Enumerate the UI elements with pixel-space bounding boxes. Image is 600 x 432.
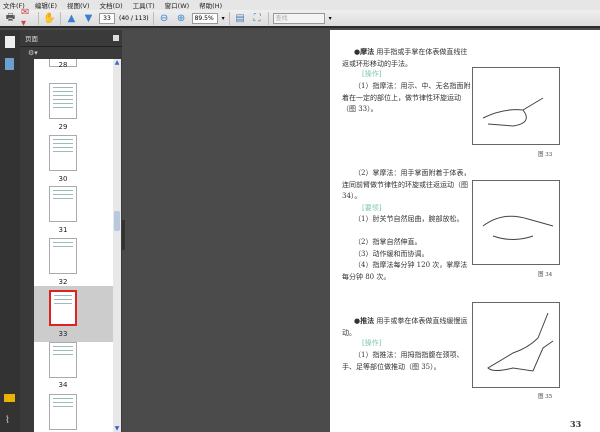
pdf-page: ●摩法 用手指或手掌在体表做直线往返或环形移动的手法。 [操作] （1）指摩法：…: [330, 30, 600, 432]
page-thumbnail[interactable]: [49, 394, 77, 430]
paragraph: （3）动作缓和而协调。: [354, 250, 429, 258]
menu-view[interactable]: 视图(V): [67, 0, 90, 10]
page-thumbnail[interactable]: [49, 238, 77, 274]
paragraph: （2）指掌自然伸直。: [354, 238, 422, 246]
hand-drawing: [482, 97, 544, 127]
thumbnail-label: 28: [58, 61, 68, 69]
page-thumbnail[interactable]: [49, 135, 77, 171]
section-title: ●摩法: [354, 47, 375, 56]
figure-hand-illustration: [472, 67, 560, 145]
section-title: ●推法: [354, 316, 375, 325]
paragraph: （1）指摩法：用示、中、无名指面附着在一定的部位上，做节律性环旋运动（图 33）…: [342, 82, 471, 113]
page-thumbnail[interactable]: [49, 342, 77, 378]
figure-caption: 图 34: [538, 272, 553, 278]
options-gear-icon[interactable]: ⚙▾: [28, 49, 38, 57]
panel-splitter[interactable]: [122, 220, 125, 250]
bookmarks-icon[interactable]: [5, 58, 14, 70]
menu-window[interactable]: 窗口(W): [165, 0, 190, 10]
divider: [228, 11, 230, 25]
thumbnail-list: 28 29 30 31 32 33 34 35: [34, 59, 113, 432]
panel-menu-button[interactable]: [113, 35, 119, 41]
document-background: [122, 30, 330, 432]
paragraph: （4）指摩法每分钟 120 次，掌摩法每分钟 80 次。: [342, 261, 468, 281]
menu-document[interactable]: 文档(D): [100, 0, 123, 10]
scroll-down-arrow[interactable]: ▼: [113, 425, 121, 432]
thumbnail-label: 32: [58, 278, 68, 286]
zoom-input[interactable]: 89.5%: [191, 12, 218, 24]
hand-drawing: [482, 215, 554, 240]
page-count: (40 / 113): [119, 14, 149, 22]
divider: [38, 11, 39, 25]
menu-bar: 文件(F) 编辑(E) 视图(V) 文档(D) 工具(T) 窗口(W) 帮助(H…: [0, 0, 600, 10]
page-thumbnail[interactable]: [49, 83, 77, 119]
navigation-icon-strip: ⌇: [0, 30, 20, 432]
page-thumbnail[interactable]: [49, 186, 77, 222]
zoom-out-icon[interactable]: ⊖: [158, 12, 171, 25]
paragraph: （1）肘关节自然屈曲，腕部放松。: [354, 215, 464, 223]
panel-title: 页面: [25, 35, 38, 43]
scroll-up-arrow[interactable]: ▲: [113, 59, 121, 66]
paragraph: （1）指推法：用拇指指腹在颈项、手、足等部位做推动（图 35）。: [342, 351, 464, 371]
scroll-thumb[interactable]: [114, 211, 120, 231]
figure-hand-illustration: [472, 180, 560, 265]
thumbnail-label: 30: [58, 175, 68, 183]
figure-caption: 图 35: [538, 394, 553, 400]
attachment-icon[interactable]: ⌇: [5, 415, 10, 426]
menu-help[interactable]: 帮助(H): [199, 0, 222, 10]
page-number: 33: [570, 419, 582, 429]
thumbnail-label: 33: [58, 330, 68, 338]
search-input[interactable]: 查找: [272, 12, 325, 24]
fit-page-icon[interactable]: ▤: [234, 12, 247, 25]
page-number-input[interactable]: 33: [99, 12, 115, 24]
figure-caption: 图 33: [538, 152, 553, 158]
hand-drawing: [487, 312, 554, 372]
pages-icon[interactable]: [5, 36, 15, 48]
thumbnail-label: 31: [58, 226, 68, 234]
divider: [152, 11, 154, 25]
zoom-dropdown-icon[interactable]: ▾: [222, 15, 225, 22]
toolbar: 🖶 ✉▾ ✋ ▲ ▼ 33 (40 / 113) ⊖ ⊕ 89.5% ▾ ▤ ⛶…: [0, 7, 600, 29]
menu-edit[interactable]: 编辑(E): [35, 0, 57, 10]
paragraph: （2）掌摩法：用手掌面附着于体表，连同前臂做节律性的环旋或往返运动（图 34）。: [342, 169, 471, 200]
divider: [60, 11, 61, 25]
zoom-in-icon[interactable]: ⊕: [175, 12, 188, 25]
print-icon[interactable]: 🖶: [4, 12, 17, 25]
share-icon[interactable]: ✉▾: [21, 7, 34, 29]
menu-tools[interactable]: 工具(T): [133, 0, 155, 10]
comments-icon[interactable]: [4, 394, 15, 402]
page-thumbnail-selected[interactable]: [49, 290, 77, 326]
next-page-icon[interactable]: ▼: [82, 12, 95, 25]
previous-page-icon[interactable]: ▲: [65, 12, 78, 25]
thumbnail-label: 29: [58, 123, 68, 131]
divider: [267, 11, 269, 25]
thumbnail-label: 34: [58, 381, 68, 389]
pages-panel: 页面 ⚙▾ 28 29 30 31 32 33 34 35 ▲ ▼: [20, 30, 122, 432]
figure-hand-illustration: [472, 302, 560, 388]
hand-tool-icon[interactable]: ✋: [43, 12, 56, 25]
full-screen-icon[interactable]: ⛶: [251, 12, 264, 25]
search-dropdown-icon[interactable]: ▾: [329, 15, 332, 22]
thumbnail-scrollbar[interactable]: ▲ ▼: [113, 59, 121, 432]
